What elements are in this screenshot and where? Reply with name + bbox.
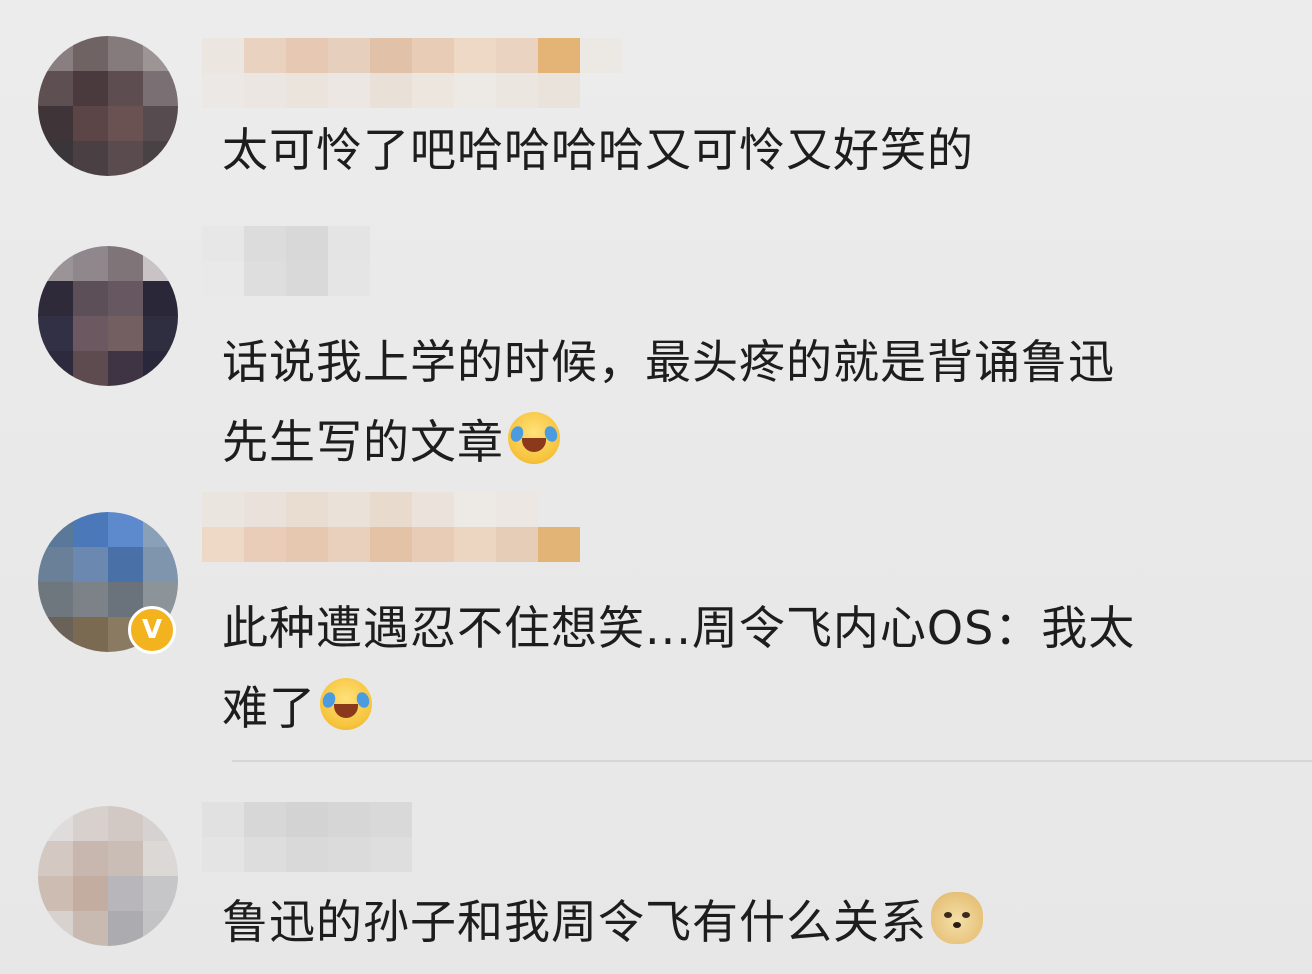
comment-text: 此种遭遇忍不住想笑...周令飞内心OS：我太 难了: [222, 601, 1136, 735]
username-redacted[interactable]: [202, 38, 622, 108]
user-avatar[interactable]: [38, 806, 178, 946]
verified-badge: V: [128, 606, 176, 654]
comment-list: 太可怜了吧哈哈哈哈又可怜又好笑的 话说我上学的时候，最头疼的就是背诵鲁迅 先生写…: [0, 0, 1312, 974]
laughing-crying-emoji: [508, 412, 560, 464]
username-redacted[interactable]: [202, 226, 370, 296]
user-avatar[interactable]: [38, 36, 178, 176]
laughing-crying-emoji: [320, 678, 372, 730]
username-redacted[interactable]: [202, 492, 580, 562]
comment-text: 鲁迅的孙子和我周令飞有什么关系: [222, 882, 983, 962]
username-redacted[interactable]: [202, 802, 412, 872]
doge-emoji: [931, 892, 983, 944]
comment-text: 话说我上学的时候，最头疼的就是背诵鲁迅 先生写的文章: [222, 335, 1115, 469]
divider: [232, 760, 1312, 762]
user-avatar[interactable]: [38, 246, 178, 386]
comment-text: 太可怜了吧哈哈哈哈又可怜又好笑的: [222, 123, 974, 177]
